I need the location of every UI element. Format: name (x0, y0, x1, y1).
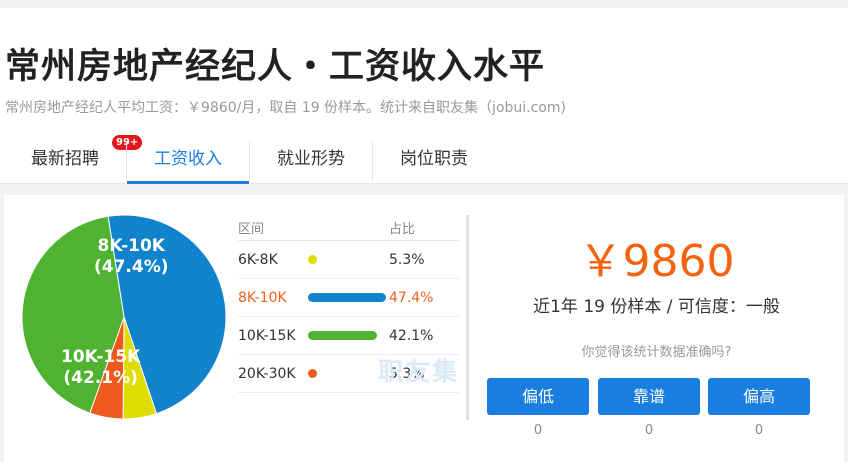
tab-bar: 最新招聘 99+ 工资收入 就业形势 岗位职责 (0, 134, 848, 184)
vote-high-count: 0 (754, 423, 764, 438)
tab-employment[interactable]: 就业形势 (250, 137, 372, 184)
tab-label: 岗位职责 (400, 149, 468, 169)
pie-label-value: (42.1%) (63, 368, 138, 388)
range-label: 8K-10K (238, 290, 287, 306)
tab-label: 工资收入 (154, 149, 222, 169)
vote-reliable-count: 0 (644, 423, 654, 438)
pie-label-10k-15k: 10K-15K (42.1%) (61, 347, 140, 389)
ratio-bar (308, 255, 317, 264)
top-strip (0, 0, 848, 8)
tab-label: 最新招聘 (31, 149, 99, 169)
pie-label-8k-10k: 8K-10K (47.4%) (94, 236, 169, 278)
pie-label-value: (47.4%) (94, 257, 169, 277)
tab-duties[interactable]: 岗位职责 (373, 137, 495, 184)
table-row: 6K-8K 5.3% (238, 241, 459, 279)
tab-salary[interactable]: 工资收入 (127, 137, 249, 184)
pie-label-name: 8K-10K (97, 236, 165, 256)
jobui-watermark: 职友集 (378, 357, 460, 386)
ratio-bar-track (308, 369, 386, 378)
vote-low-button[interactable]: 偏低 (487, 378, 589, 415)
column-header-range: 区间 (238, 222, 265, 237)
ratio-bar-track (308, 293, 386, 302)
ratio-bar-track (308, 331, 386, 340)
column-header-ratio: 占比 (389, 222, 416, 237)
table-row-highlighted: 8K-10K 47.4% (238, 279, 459, 317)
table-header: 区间 占比 (238, 214, 459, 241)
tab-label: 就业形势 (277, 149, 345, 169)
pie-label-name: 10K-15K (61, 347, 141, 367)
page-title: 常州房地产经纪人・工资收入水平 (5, 47, 546, 87)
ratio-value: 47.4% (389, 290, 434, 306)
range-label: 10K-15K (238, 328, 296, 344)
ratio-value: 42.1% (389, 328, 434, 344)
range-label: 20K-30K (238, 366, 296, 382)
page-subtitle: 常州房地产经纪人平均工资：￥9860/月，取自 19 份样本。统计来自职友集（j… (5, 100, 566, 116)
ratio-value: 5.3% (389, 252, 425, 268)
range-label: 6K-8K (238, 252, 278, 268)
average-salary: ￥9860 (578, 236, 735, 287)
ratio-bar (308, 369, 317, 378)
ratio-bar (308, 293, 386, 302)
vote-low-count: 0 (533, 423, 543, 438)
accuracy-question: 你觉得该统计数据准确吗? (581, 345, 732, 360)
vote-high-button[interactable]: 偏高 (708, 378, 810, 415)
table-row: 10K-15K 42.1% (238, 317, 459, 355)
ratio-bar (308, 331, 378, 340)
vote-reliable-button[interactable]: 靠谱 (598, 378, 700, 415)
tab-latest-jobs[interactable]: 最新招聘 99+ (15, 134, 144, 184)
ratio-bar-track (308, 255, 386, 264)
sample-info: 近1年 19 份样本 / 可信度：一般 (533, 297, 780, 317)
